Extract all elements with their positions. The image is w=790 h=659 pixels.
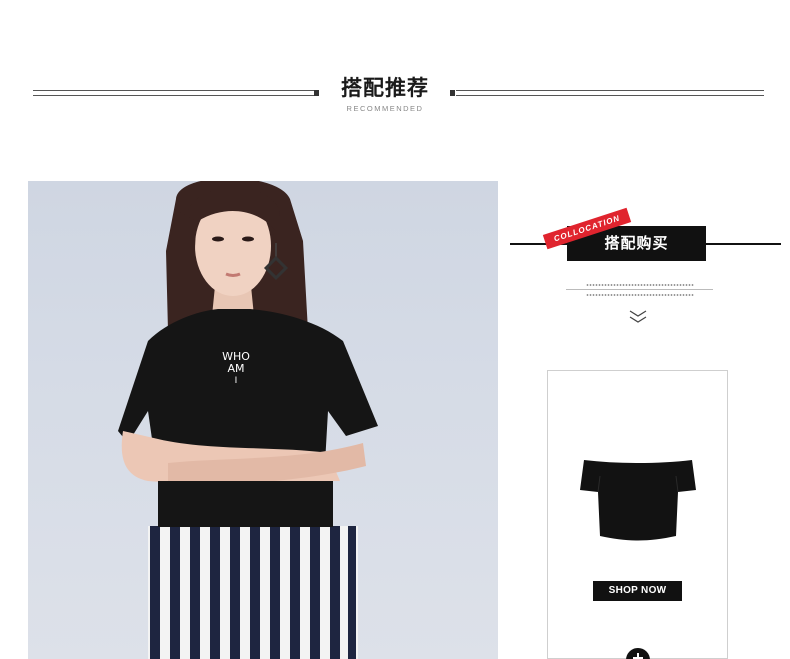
off-shoulder-top-image[interactable] (578, 456, 698, 544)
thin-divider (566, 289, 713, 290)
header-rule-right (456, 90, 764, 96)
dotted-line-bottom (586, 294, 694, 296)
header-rule-cap-right (450, 90, 455, 96)
section-subtitle: RECOMMENDED (346, 104, 424, 113)
dotted-line-top (586, 284, 694, 286)
shirt-print-line-2: AM (227, 362, 244, 375)
model-illustration: WHO AM I (118, 181, 378, 659)
shirt-print-line-3: I (235, 376, 238, 386)
section-title: 搭配推荐 (341, 76, 429, 100)
model-photo[interactable]: WHO AM I (28, 181, 498, 659)
shop-now-button[interactable]: SHOP NOW (593, 581, 682, 601)
product-card[interactable] (547, 370, 728, 659)
header-rule-cap-left (314, 90, 319, 96)
header-rule-left (33, 90, 317, 96)
double-chevron-down-icon (629, 310, 647, 323)
